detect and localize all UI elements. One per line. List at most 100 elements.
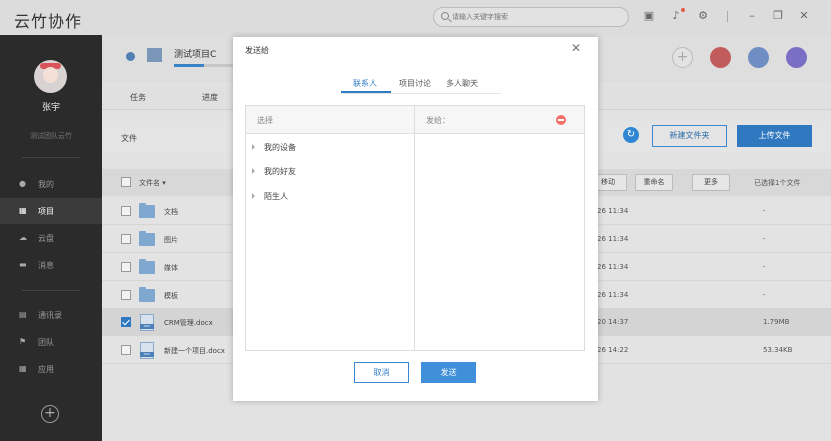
sidebar-item-team[interactable]: ⚑ 团队 [0, 329, 102, 355]
upload-button[interactable]: 上传文件 [737, 125, 812, 147]
sidebar-item-label: 我的 [38, 180, 54, 189]
file-size: 53.34KB [763, 346, 793, 354]
more-options-icon[interactable] [786, 47, 807, 68]
sidebar-item-mine[interactable]: ● 我的 [0, 171, 102, 197]
more-button[interactable]: 更多 [692, 174, 730, 191]
expand-arrow-icon[interactable] [252, 193, 255, 199]
expand-arrow-icon[interactable] [252, 144, 255, 150]
file-date: 20 14:37 [597, 318, 629, 326]
close-icon[interactable]: ✕ [798, 10, 810, 22]
cancel-button[interactable]: 取消 [354, 362, 409, 383]
file-size: - [763, 207, 766, 215]
titlebar-divider [727, 11, 728, 22]
row-checkbox[interactable] [121, 206, 131, 216]
file-name[interactable]: 文档 [164, 207, 178, 217]
column-name-header[interactable]: 文件名 ▾ [139, 178, 166, 188]
file-date: 26 11:34 [597, 291, 629, 299]
pin-icon[interactable] [126, 52, 135, 61]
restore-icon[interactable]: ❐ [772, 10, 784, 22]
new-folder-button[interactable]: 新建文件夹 [652, 125, 727, 147]
sidebar-item-label: 云盘 [38, 234, 54, 243]
select-panel-title: 选择 [257, 116, 273, 125]
tree-item-label: 我的设备 [264, 143, 296, 152]
word-doc-icon [140, 314, 154, 331]
file-date: 26 14:22 [597, 346, 629, 354]
section-title: 文件 [121, 134, 137, 143]
sidebar-item-label: 团队 [38, 338, 54, 347]
add-member-icon[interactable]: + [672, 47, 693, 68]
tab-divider [341, 93, 501, 94]
folder-icon [139, 259, 155, 274]
recipient-panel-header: 发给： [415, 106, 584, 134]
project-icon: ▦ [19, 206, 27, 215]
close-icon[interactable]: ✕ [569, 41, 583, 55]
user-name: 张宇 [41, 103, 60, 113]
search-icon [441, 12, 449, 20]
expand-arrow-icon[interactable] [252, 168, 255, 174]
row-checkbox[interactable] [121, 345, 131, 355]
file-name[interactable]: 模板 [164, 291, 178, 301]
gear-icon[interactable]: ⚙ [697, 10, 709, 22]
add-icon[interactable]: + [41, 405, 59, 423]
project-name[interactable]: 测试项目C [174, 47, 216, 60]
tab-project-discussion[interactable]: 项目讨论 [399, 78, 431, 89]
file-date: 26 11:34 [597, 235, 629, 243]
select-panel: 选择 我的设备 我的好友 陌生人 [245, 105, 415, 351]
tab-progress[interactable]: 进度 [202, 92, 218, 103]
row-checkbox[interactable] [121, 317, 131, 327]
file-size: - [763, 235, 766, 243]
search-box[interactable] [433, 7, 629, 27]
minimize-icon[interactable]: – [746, 10, 758, 22]
sidebar-item-message[interactable]: ▬ 消息 [0, 252, 102, 278]
tree-item-label: 我的好友 [264, 167, 296, 176]
row-checkbox[interactable] [121, 234, 131, 244]
bell-icon[interactable]: ♪ [670, 10, 682, 22]
project-book-icon [147, 48, 162, 62]
member-icon[interactable] [748, 47, 769, 68]
rename-button[interactable]: 重命名 [635, 174, 673, 191]
tab-contacts[interactable]: 联系人 [353, 78, 377, 89]
message-icon: ▬ [19, 260, 27, 269]
apps-icon: ▦ [19, 364, 27, 373]
settings-icon[interactable] [710, 47, 731, 68]
sidebar-item-label: 项目 [38, 207, 54, 216]
contacts-icon: ▤ [19, 310, 27, 319]
sidebar-item-project[interactable]: ▦ 项目 [0, 198, 102, 224]
sidebar-item-contacts[interactable]: ▤ 通讯录 [0, 302, 102, 328]
file-name[interactable]: 新建一个项目.docx [164, 346, 225, 356]
file-name[interactable]: 媒体 [164, 263, 178, 273]
tab-tasks[interactable]: 任务 [130, 92, 146, 103]
file-size: - [763, 291, 766, 299]
tab-group-chat[interactable]: 多人聊天 [446, 78, 478, 89]
avatar[interactable] [34, 60, 67, 93]
app-title: 云竹协作 [14, 12, 83, 31]
sidebar-item-cloud[interactable]: ☁ 云盘 [0, 225, 102, 251]
send-button[interactable]: 发送 [421, 362, 476, 383]
send-to-dialog: 发送给 ✕ 联系人 项目讨论 多人聊天 选择 我的设备 我的好友 陌生人 发给：… [233, 37, 598, 401]
project-progress-fill [174, 64, 204, 67]
word-doc-icon [140, 342, 154, 359]
active-tab-underline [341, 91, 391, 93]
folder-icon [139, 231, 155, 246]
briefcase-icon[interactable]: ▣ [643, 10, 655, 22]
row-checkbox[interactable] [121, 262, 131, 272]
remove-all-icon[interactable] [556, 115, 566, 125]
sidebar-item-apps[interactable]: ▦ 应用 [0, 356, 102, 382]
file-date: 26 11:34 [597, 207, 629, 215]
file-size: 1.79MB [763, 318, 790, 326]
dialog-title: 发送给 [245, 46, 269, 55]
flag-icon: ⚑ [19, 337, 27, 346]
sidebar-item-label: 通讯录 [38, 311, 62, 320]
selection-count: 已选择1个文件 [754, 179, 801, 187]
select-all-checkbox[interactable] [121, 177, 131, 187]
cloud-icon: ☁ [19, 233, 27, 242]
row-checkbox[interactable] [121, 290, 131, 300]
refresh-icon[interactable]: ↻ [623, 127, 639, 143]
select-panel-header: 选择 [246, 106, 414, 134]
recipient-panel-title: 发给： [426, 116, 450, 125]
file-date: 26 11:34 [597, 263, 629, 271]
file-name[interactable]: CRM管理.docx [164, 318, 213, 328]
file-name[interactable]: 图片 [164, 235, 178, 245]
search-input[interactable] [452, 10, 622, 24]
team-name[interactable]: 测试团队云竹 [0, 131, 102, 141]
